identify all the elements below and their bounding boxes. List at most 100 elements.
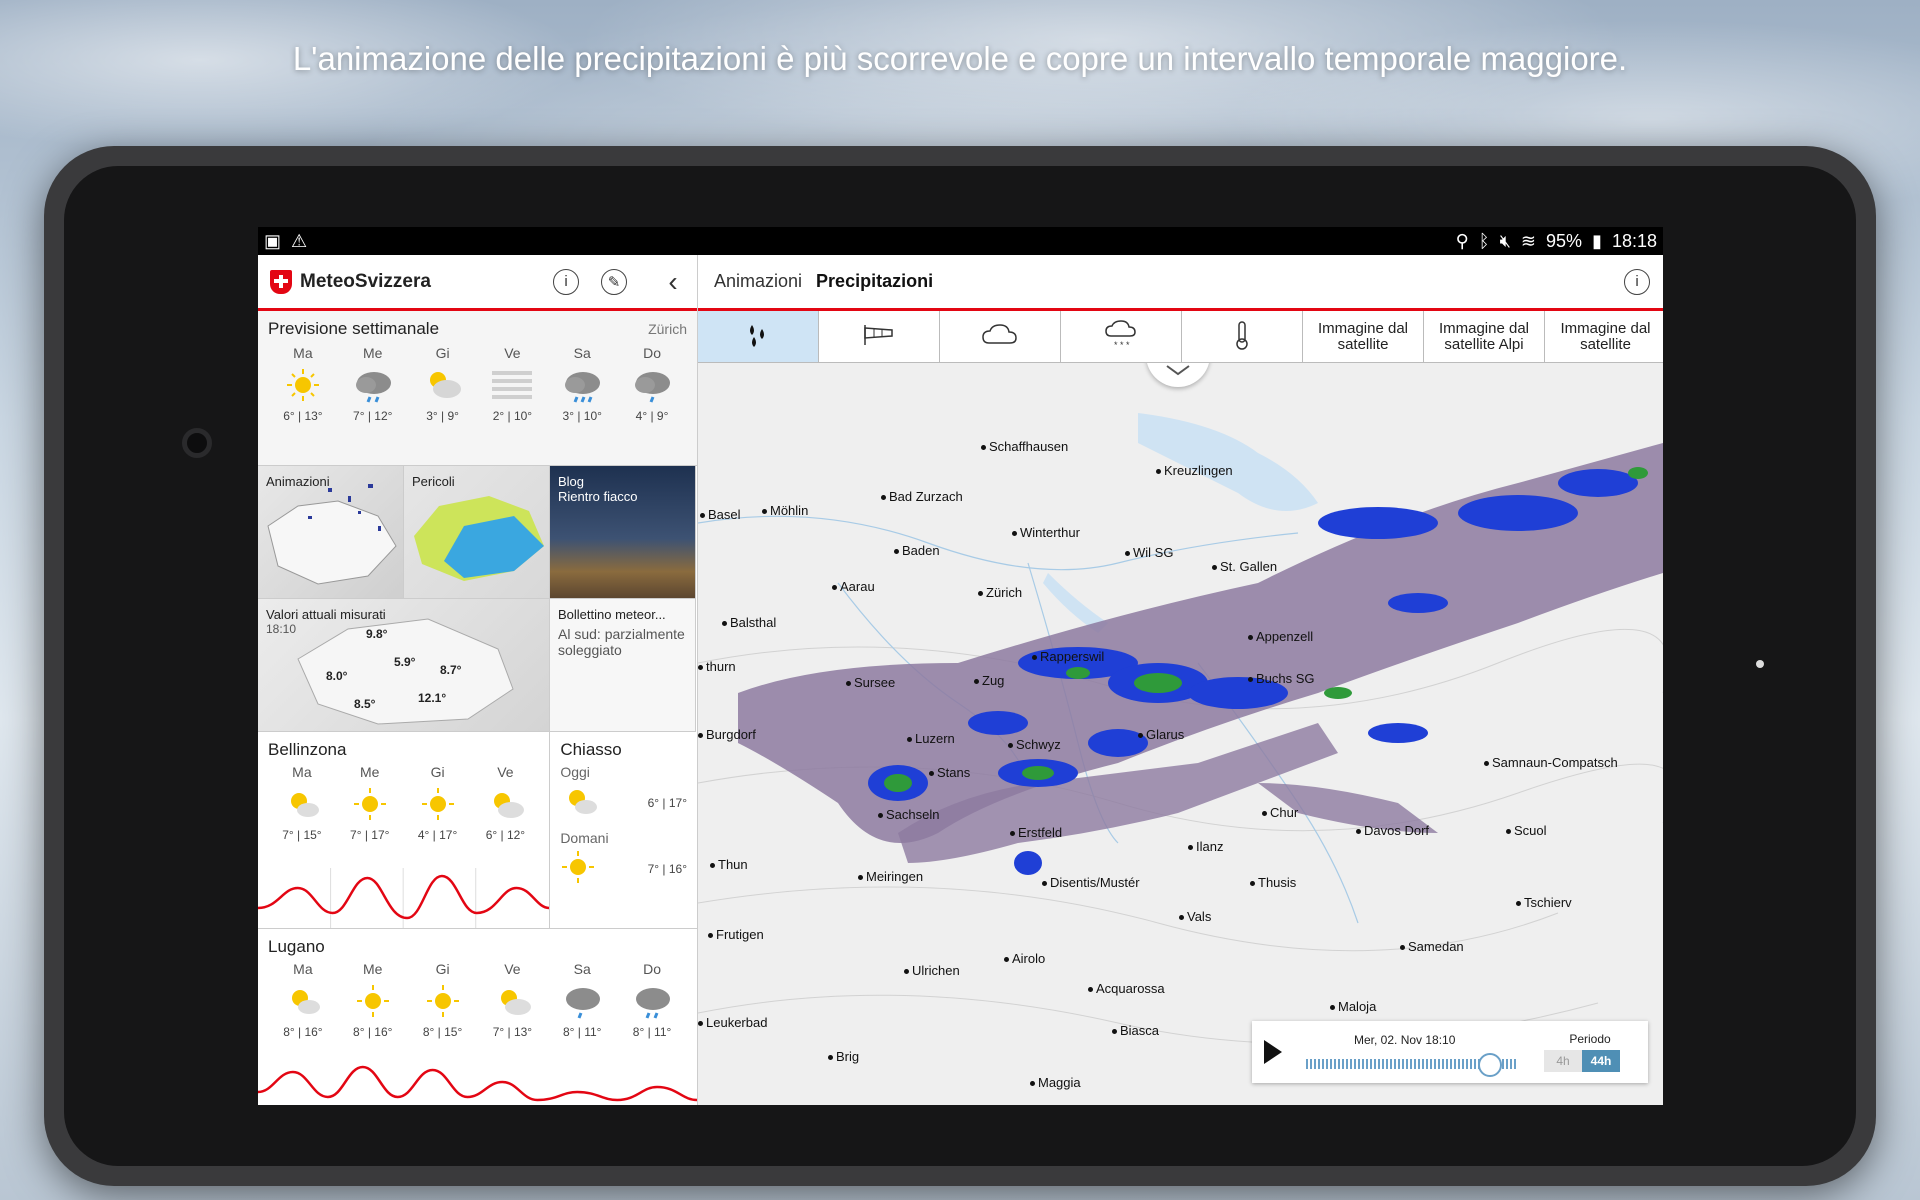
map-label: Kreuzlingen <box>1156 463 1233 478</box>
map-label: Thun <box>710 857 748 872</box>
tab-satellite[interactable]: Immagine dal satellite <box>1303 311 1424 362</box>
animations-tile[interactable]: Animazioni <box>258 466 404 599</box>
timeline-slider-handle[interactable] <box>1478 1053 1502 1077</box>
forecast-day: Ma 8° | 16° <box>270 961 336 1039</box>
app-title: MeteoSvizzera <box>300 270 431 292</box>
map-label: Bad Zurzach <box>881 489 963 504</box>
map-label: Tschierv <box>1516 895 1572 910</box>
bluetooth-icon: ᛒ <box>1478 230 1490 251</box>
map-label: Vals <box>1179 909 1211 924</box>
map-label: Stans <box>929 765 970 780</box>
map-label: Schaffhausen <box>981 439 1068 454</box>
map-label: Aarau <box>832 579 875 594</box>
rain-cloud-icon <box>339 361 407 409</box>
map-label: Acquarossa <box>1088 981 1165 996</box>
sun-cloud-icon <box>270 977 336 1025</box>
map-label: Sursee <box>846 675 895 690</box>
sun-icon <box>405 780 471 828</box>
cloud-snow-icon: * * * <box>1104 319 1138 354</box>
forecast-day: Do 4° | 9° <box>618 345 686 423</box>
map-label: Burgdorf <box>698 727 756 742</box>
bellinzona-forecast[interactable]: Bellinzona Ma 7° | 15° Me 7° | 17° Gi 4° | … <box>258 732 551 928</box>
map-label: Sachseln <box>878 807 939 822</box>
map-label: Samnaun-Compatsch <box>1484 755 1618 770</box>
sun-cloud-icon <box>472 780 538 828</box>
blog-tile[interactable]: Blog Rientro fiacco <box>550 466 696 599</box>
tab-cloud[interactable] <box>940 311 1061 362</box>
tab-precipitation[interactable] <box>698 311 819 362</box>
raindrops-icon <box>744 321 772 353</box>
forecast-day: Ve 6° | 12° <box>472 764 538 842</box>
forecast-day: Ve 2° | 10° <box>478 345 546 423</box>
measured-value: 8.0° <box>326 669 348 683</box>
period-44h-button[interactable]: 44h <box>1582 1050 1620 1072</box>
forecast-day: Me 7° | 17° <box>337 764 403 842</box>
weekly-forecast[interactable]: Previsione settimanale Zürich Ma 6° | 13… <box>258 311 697 466</box>
tab-wind[interactable] <box>819 311 940 362</box>
tab-satellite-2[interactable]: Immagine dal satellite <box>1545 311 1663 362</box>
forecast-day: Gi 3° | 9° <box>409 345 477 423</box>
map-label: Brig <box>828 1049 859 1064</box>
sun-cloud-icon <box>269 780 335 828</box>
hazards-tile[interactable]: Pericoli <box>404 466 550 599</box>
clock: 18:18 <box>1611 230 1657 251</box>
map-label: Samedan <box>1400 939 1464 954</box>
period-4h-button[interactable]: 4h <box>1544 1050 1582 1072</box>
edit-icon[interactable]: ✎ <box>601 268 627 295</box>
forecast-day: Ve 7° | 13° <box>479 961 545 1039</box>
measured-value: 5.9° <box>394 655 416 669</box>
rain-cloud-icon <box>619 977 685 1025</box>
forecast-day: Gi 8° | 15° <box>410 961 476 1039</box>
sun-cloud-icon <box>409 361 477 409</box>
app-bar: MeteoSvizzera i ✎ ‹ <box>258 255 697 311</box>
info-icon[interactable]: i <box>1624 268 1650 295</box>
map-label: St. Gallen <box>1212 559 1277 574</box>
tab-temperature[interactable] <box>1182 311 1303 362</box>
warning-icon: ⚠ <box>291 230 308 251</box>
forecast-day: Sa 3° | 10° <box>548 345 616 423</box>
tab-snow[interactable]: * * * <box>1061 311 1182 362</box>
map-label: Ilanz <box>1188 839 1223 854</box>
map-label: Zürich <box>978 585 1022 600</box>
thermometer-icon <box>1234 320 1250 354</box>
lugano-forecast[interactable]: Lugano Ma 8° | 16° Me 8° | 16° Gi 8° | 15° … <box>258 929 697 1102</box>
weekly-forecast-title: Previsione settimanale <box>268 319 440 338</box>
sun-cloud-icon <box>560 782 600 825</box>
map-label: Thusis <box>1250 875 1296 890</box>
back-chevron-icon[interactable]: ‹ <box>661 266 685 298</box>
tab-satellite-alps[interactable]: Immagine dal satellite Alpi <box>1424 311 1545 362</box>
animation-view: Animazioni Precipitazioni i * * * Immagi… <box>698 255 1663 1105</box>
forecast-day: Ma 7° | 15° <box>269 764 335 842</box>
location-icon: ⚲ <box>1455 230 1469 251</box>
wifi-icon: ≋ <box>1520 230 1537 251</box>
bulletin-tile[interactable]: Bollettino meteor... Al sud: parzialment… <box>550 599 696 732</box>
status-bar: ▣ ⚠ ⚲ ᛒ 🔇︎ ≋ 95% ▮ 18:18 <box>258 227 1663 255</box>
tile-grid: Animazioni Pericoli Blog Rientro fiacco … <box>258 466 697 732</box>
rain-cloud-icon <box>618 361 686 409</box>
windsock-icon <box>862 323 896 351</box>
play-icon[interactable] <box>1264 1040 1282 1064</box>
current-values-tile[interactable]: Valori attuali misurati 18:10 9.8° 5.9° … <box>258 599 550 732</box>
precipitation-map[interactable]: Schaffhausen Kreuzlingen Bad Zurzach Bas… <box>698 363 1663 1105</box>
map-label: thurn <box>698 659 736 674</box>
current-datetime: Mer, 02. Nov 18:10 <box>1354 1033 1456 1047</box>
temperature-curve <box>258 1065 697 1102</box>
map-label: Luzern <box>907 731 955 746</box>
map-label: Basel <box>700 507 741 522</box>
sensor-dot <box>1756 660 1764 668</box>
map-label: Leukerbad <box>698 1015 767 1030</box>
sun-icon <box>269 361 337 409</box>
info-icon[interactable]: i <box>553 268 579 295</box>
map-label: Maloja <box>1330 999 1376 1014</box>
map-label: Wil SG <box>1125 545 1173 560</box>
measured-value: 8.5° <box>354 697 376 711</box>
map-label: Balsthal <box>722 615 776 630</box>
map-label: Glarus <box>1138 727 1184 742</box>
image-notification-icon: ▣ <box>264 230 282 251</box>
breadcrumb[interactable]: Animazioni <box>714 271 802 292</box>
dashboard-panel: MeteoSvizzera i ✎ ‹ Previsione settimana… <box>258 255 698 1105</box>
forecast-day: Me 7° | 12° <box>339 345 407 423</box>
camera-icon <box>182 428 212 458</box>
chiasso-forecast[interactable]: Chiasso Oggi 6° | 17° Domani 7° | 16° <box>550 732 697 928</box>
forecast-day: Ma 6° | 13° <box>269 345 337 423</box>
